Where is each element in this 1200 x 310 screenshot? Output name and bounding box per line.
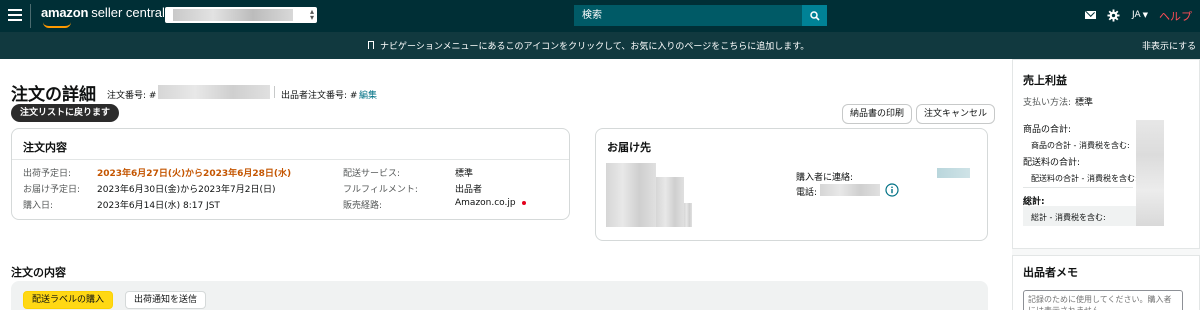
seller-memo-title: 出品者メモ	[1023, 266, 1078, 279]
search-box	[574, 5, 827, 26]
address-redacted-3	[684, 203, 692, 227]
japan-flag-icon	[521, 200, 526, 205]
gear-icon[interactable]	[1107, 9, 1120, 22]
shipping-service-value: 標準	[455, 169, 474, 179]
sales-channel-text: Amazon.co.jp	[455, 198, 516, 208]
seller-order-label: 出品者注文番号: #	[281, 91, 358, 101]
payment-method-label: 支払い方法:	[1023, 98, 1072, 108]
order-items-title: 注文の内容	[11, 266, 66, 279]
logo-product: seller central	[91, 5, 165, 20]
mail-icon[interactable]	[1085, 11, 1096, 19]
info-icon[interactable]	[885, 183, 899, 197]
chevron-down-icon: ▼	[1142, 11, 1149, 19]
card-divider	[12, 159, 569, 160]
language-selector[interactable]: JA ▼	[1132, 10, 1148, 20]
search-button[interactable]	[802, 5, 827, 26]
select-arrows-icon: ▴ ▾	[309, 7, 314, 22]
shipping-total-sub-label: 配送料の合計 - 消費税を含む:	[1031, 174, 1138, 183]
account-name-redacted	[173, 9, 293, 21]
logo-brand: amazon	[41, 5, 89, 20]
purchase-date-value: 2023年6月14日(水) 8:17 JST	[97, 201, 220, 211]
favorites-bar: ナビゲーションメニューにあるこのアイコンをクリックして、お気に入りのページをこち…	[0, 32, 1200, 59]
sales-proceeds-title: 売上利益	[1023, 74, 1067, 87]
order-number-label: 注文番号: #	[107, 91, 157, 101]
nav-divider	[30, 4, 31, 28]
print-packing-slip-button[interactable]: 納品書の印刷	[842, 104, 913, 124]
cancel-order-button[interactable]: 注文キャンセル	[916, 104, 996, 124]
help-link[interactable]: ヘルプ	[1159, 8, 1192, 24]
confirm-shipment-button[interactable]: 出荷通知を送信	[125, 291, 207, 309]
address-redacted-2	[656, 177, 684, 227]
page-title: 注文の詳細	[11, 85, 96, 105]
phone-redacted	[820, 184, 880, 196]
meta-divider	[274, 86, 275, 98]
back-to-orders-button[interactable]: 注文リストに戻ります	[11, 104, 120, 122]
logo-smile-icon	[43, 22, 71, 28]
address-redacted	[606, 163, 656, 227]
shipping-service-label: 配送サービス:	[343, 169, 401, 179]
search-input[interactable]	[574, 5, 802, 26]
ship-date-label: 出荷予定日:	[23, 169, 72, 179]
amounts-redacted	[1136, 120, 1164, 226]
favorites-hint: ナビゲーションメニューにあるこのアイコンをクリックして、お気に入りのページをこち…	[380, 42, 810, 52]
shipping-total-label: 配送料の合計:	[1023, 158, 1081, 168]
grand-total-sub-label: 総計 - 消費税を含む:	[1031, 213, 1106, 222]
delivery-date-label: お届け予定日:	[23, 185, 81, 195]
fulfillment-value: 出品者	[455, 185, 483, 195]
phone-label: 電話:	[796, 188, 818, 198]
seller-memo-input[interactable]	[1023, 290, 1183, 310]
sales-channel-label: 販売経路:	[343, 201, 383, 211]
item-total-label: 商品の合計:	[1023, 125, 1072, 135]
search-icon	[809, 10, 820, 21]
buy-shipping-label-button[interactable]: 配送ラベルの購入	[23, 291, 114, 309]
purchase-date-label: 購入日:	[23, 201, 54, 211]
sales-channel-value: Amazon.co.jp	[455, 198, 526, 208]
account-selector[interactable]: ▴ ▾	[165, 7, 317, 23]
contact-buyer-link-redacted[interactable]	[937, 168, 970, 178]
ship-to-title: お届け先	[607, 141, 651, 154]
payment-method-value: 標準	[1075, 98, 1094, 108]
delivery-date-value: 2023年6月30日(金)から2023年7月2日(日)	[97, 185, 276, 195]
order-summary-title: 注文内容	[23, 141, 67, 154]
edit-link[interactable]: 編集	[359, 88, 377, 101]
seller-central-logo[interactable]: amazon seller central	[41, 5, 165, 28]
menu-icon[interactable]	[8, 9, 22, 21]
totals-divider	[1023, 187, 1133, 188]
ship-date-value: 2023年6月27日(火)から2023年6月28日(水)	[97, 169, 292, 179]
order-number-redacted	[158, 85, 270, 99]
language-label: JA	[1132, 10, 1141, 20]
top-navigation-bar: amazonseller central ▴▾ JA▼ ヘルプ	[0, 0, 1200, 32]
hide-favorites-button[interactable]: 非表示にする	[1142, 39, 1196, 52]
contact-buyer-label: 購入者に連絡:	[796, 173, 854, 183]
item-total-sub-label: 商品の合計 - 消費税を含む:	[1031, 141, 1130, 150]
fulfillment-label: フルフィルメント:	[343, 185, 418, 195]
bookmark-icon	[368, 41, 374, 49]
